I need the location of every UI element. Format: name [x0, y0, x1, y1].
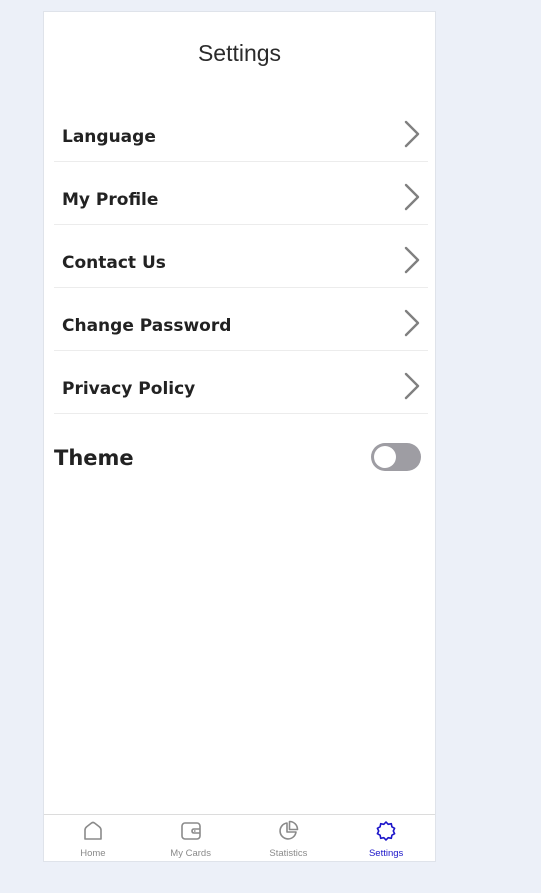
menu-item-contact-us[interactable]: Contact Us [54, 225, 428, 288]
theme-toggle[interactable] [371, 443, 421, 471]
phone-screen: Settings Language My Profile Contact Us … [43, 11, 436, 862]
menu-item-label: Contact Us [62, 253, 166, 273]
tab-home[interactable]: Home [44, 815, 142, 861]
tab-settings[interactable]: Settings [337, 815, 435, 861]
menu-item-my-profile[interactable]: My Profile [54, 162, 428, 225]
menu-item-language[interactable]: Language [54, 99, 428, 162]
settings-menu: Language My Profile Contact Us Change Pa… [54, 99, 428, 414]
bottom-tab-bar: Home My Cards Statistics Settings [44, 814, 435, 861]
tab-label: Settings [368, 848, 404, 859]
menu-item-change-password[interactable]: Change Password [54, 288, 428, 351]
home-icon [84, 821, 102, 840]
chevron-right-icon [404, 246, 420, 274]
tab-label: Home [80, 848, 106, 859]
chevron-right-icon [404, 309, 420, 337]
chevron-right-icon [404, 120, 420, 148]
toggle-knob [374, 446, 396, 468]
chevron-right-icon [404, 183, 420, 211]
tab-statistics[interactable]: Statistics [240, 815, 338, 861]
menu-item-label: Change Password [62, 316, 232, 336]
tab-my-cards[interactable]: My Cards [142, 815, 240, 861]
menu-item-label: My Profile [62, 190, 159, 210]
menu-item-privacy-policy[interactable]: Privacy Policy [54, 351, 428, 414]
theme-label: Theme [54, 446, 134, 470]
menu-item-label: Language [62, 127, 156, 147]
page-title: Settings [197, 40, 282, 66]
wallet-icon [180, 822, 201, 840]
chevron-right-icon [404, 372, 420, 400]
menu-item-label: Privacy Policy [62, 379, 196, 399]
pie-chart-icon [279, 820, 299, 840]
tab-label: Statistics [269, 848, 308, 859]
gear-icon [376, 821, 396, 841]
tab-label: My Cards [170, 848, 211, 859]
